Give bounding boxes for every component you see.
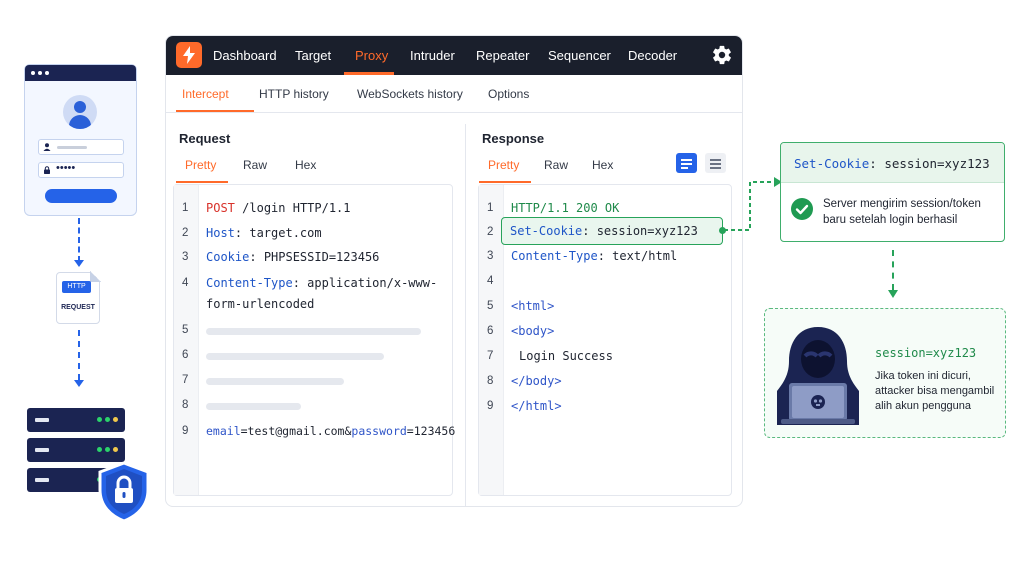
line-number: 7 — [182, 374, 189, 386]
content-type-header: Content-Type: application/x-www- — [206, 276, 438, 290]
placeholder-line — [206, 403, 301, 410]
arrow-down-icon — [888, 290, 898, 298]
body-text: Login Success — [519, 349, 613, 363]
list-view-toggle[interactable] — [705, 153, 726, 173]
set-cookie-callout-header: Set-Cookie: session=xyz123 — [781, 143, 1004, 183]
request-body: email=test@gmail.com&password=123456 — [206, 424, 456, 438]
line-number: 8 — [487, 375, 494, 387]
line-number: 5 — [487, 300, 494, 312]
response-tab-pretty[interactable]: Pretty — [488, 158, 519, 172]
http-request-document-icon: HTTP REQUEST — [56, 271, 101, 324]
http-method: POST — [206, 201, 235, 215]
window-titlebar — [25, 65, 136, 81]
placeholder-line — [206, 353, 384, 360]
request-label: REQUEST — [61, 304, 95, 311]
line-number: 9 — [182, 425, 189, 437]
tab-websockets-history[interactable]: WebSockets history — [357, 87, 463, 101]
response-pane-title: Response — [482, 131, 545, 146]
burp-suite-window: Dashboard Target Proxy Intruder Repeater… — [165, 35, 743, 507]
burp-logo-icon — [176, 42, 202, 68]
nav-repeater[interactable]: Repeater — [476, 48, 529, 63]
content-type-continuation: form-urlencoded — [206, 297, 315, 311]
http-tag: HTTP — [62, 281, 91, 293]
nav-sequencer[interactable]: Sequencer — [548, 48, 611, 63]
nav-dashboard[interactable]: Dashboard — [213, 48, 277, 63]
login-form-illustration: ••••• — [24, 64, 137, 216]
pretty-format-toggle[interactable] — [676, 153, 697, 173]
attacker-description: Jika token ini dicuri, attacker bisa men… — [875, 370, 995, 412]
security-shield-icon — [98, 461, 150, 523]
set-cookie-description: Server mengirim session/token baru setel… — [823, 198, 981, 226]
request-tab-pretty[interactable]: Pretty — [185, 158, 216, 172]
line-number: 8 — [182, 399, 189, 411]
user-avatar-icon — [63, 95, 97, 129]
html-open-tag: <html> — [511, 299, 555, 313]
line-number: 1 — [182, 202, 189, 214]
connector-line — [724, 177, 782, 231]
line-number: 2 — [487, 226, 494, 238]
placeholder-line — [206, 378, 344, 385]
request-path: /login HTTP/1.1 — [242, 201, 351, 215]
server-rack-icon — [27, 408, 125, 432]
body-close-tag: </body> — [511, 374, 562, 388]
callout-arrow-line — [892, 250, 894, 290]
check-circle-icon — [791, 198, 813, 220]
response-active-view-indicator — [479, 181, 531, 183]
response-tab-hex[interactable]: Hex — [592, 158, 613, 172]
line-number: 9 — [487, 400, 494, 412]
tab-options[interactable]: Options — [488, 87, 529, 101]
cookie-header: Cookie: PHPSESSID=123456 — [206, 250, 380, 264]
tab-http-history[interactable]: HTTP history — [259, 87, 329, 101]
server-rack-icon — [27, 438, 125, 462]
host-header: Host: target.com — [206, 226, 322, 240]
line-number: 3 — [487, 250, 494, 262]
password-field-illustration: ••••• — [38, 162, 124, 178]
nav-decoder[interactable]: Decoder — [628, 48, 677, 63]
body-open-tag: <body> — [511, 324, 555, 338]
response-tab-raw[interactable]: Raw — [544, 158, 568, 172]
status-line: HTTP/1.1 200 OK — [511, 201, 620, 215]
placeholder-line — [206, 328, 421, 335]
arrow-down-icon — [74, 260, 84, 267]
line-number: 7 — [487, 350, 494, 362]
line-number: 6 — [182, 349, 189, 361]
user-icon — [43, 143, 51, 151]
attacker-callout: session=xyz123 Jika token ini dicuri, at… — [764, 308, 1006, 438]
tab-intercept[interactable]: Intercept — [182, 87, 229, 101]
set-cookie-highlight[interactable]: Set-Cookie: session=xyz123 — [501, 217, 723, 245]
lock-icon — [44, 166, 50, 174]
pane-divider[interactable] — [465, 124, 466, 506]
proxy-subtabs: Intercept HTTP history WebSockets histor… — [166, 75, 742, 113]
flow-arrow-line — [78, 330, 80, 380]
line-number: 2 — [182, 227, 189, 239]
username-field-illustration — [38, 139, 124, 155]
stolen-token: session=xyz123 — [875, 346, 977, 360]
set-cookie-callout: Set-Cookie: session=xyz123 Server mengir… — [780, 142, 1005, 242]
nav-target[interactable]: Target — [295, 48, 331, 63]
request-tab-raw[interactable]: Raw — [243, 158, 267, 172]
nav-proxy[interactable]: Proxy — [355, 48, 388, 63]
hacker-icon — [777, 327, 859, 425]
response-content-type: Content-Type: text/html — [511, 249, 678, 263]
line-number: 4 — [487, 275, 494, 287]
gear-icon[interactable] — [711, 44, 733, 66]
line-number: 6 — [487, 325, 494, 337]
line-number: 5 — [182, 324, 189, 336]
line-number: 4 — [182, 277, 189, 289]
login-button-illustration — [45, 189, 117, 203]
request-pane-title: Request — [179, 131, 231, 146]
active-subtab-indicator — [176, 110, 254, 112]
top-navigation: Dashboard Target Proxy Intruder Repeater… — [166, 36, 742, 75]
request-active-view-indicator — [176, 181, 228, 183]
request-tab-hex[interactable]: Hex — [295, 158, 316, 172]
flow-arrow-line — [78, 218, 80, 262]
line-number: 1 — [487, 202, 494, 214]
nav-intruder[interactable]: Intruder — [410, 48, 455, 63]
html-close-tag: </html> — [511, 399, 562, 413]
line-number: 3 — [182, 251, 189, 263]
request-line: POST /login HTTP/1.1 — [206, 201, 351, 215]
request-editor[interactable]: 1 2 3 4 5 6 7 8 9 POST /login HTTP/1.1 H… — [173, 184, 456, 496]
password-mask: ••••• — [56, 162, 76, 174]
arrow-down-icon — [74, 380, 84, 387]
